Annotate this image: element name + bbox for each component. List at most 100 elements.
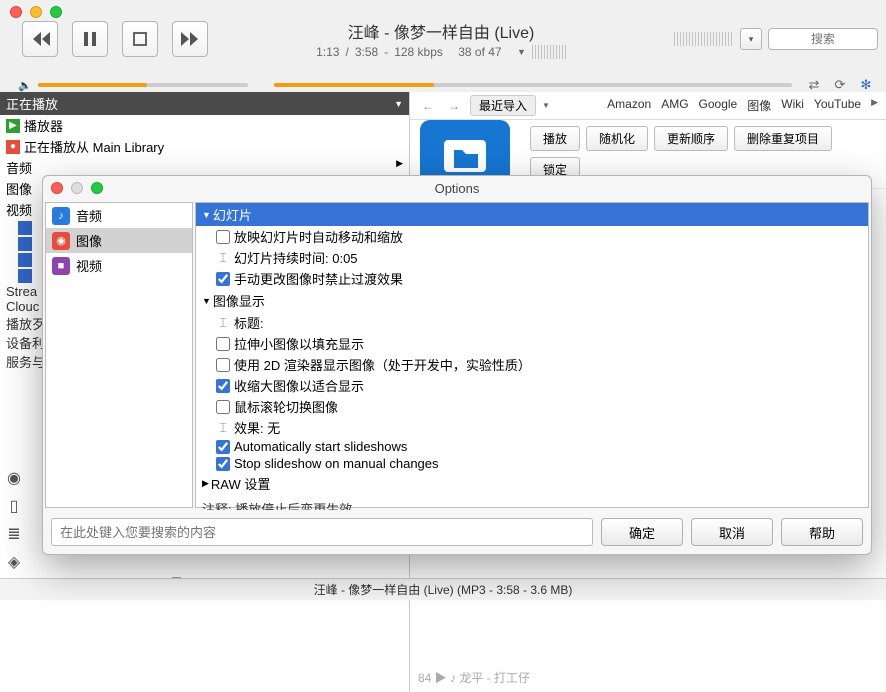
group-raw[interactable]: ▶ RAW 设置 [196,472,868,495]
playback-controls [22,21,208,57]
search-input[interactable] [768,28,878,50]
repeat-icon[interactable]: ⟳ [832,77,848,93]
progress-slider[interactable] [274,83,792,87]
update-order-button[interactable]: 更新顺序 [654,126,728,151]
tag-icon[interactable]: ◈ [4,552,24,572]
help-button[interactable]: 帮助 [781,518,863,546]
close-icon[interactable] [51,182,63,194]
folder-icon [18,237,32,251]
checkbox[interactable] [216,337,230,351]
options-cat-audio[interactable]: ♪ 音频 [46,203,192,228]
opt-duration[interactable]: ⌶ 幻灯片持续时间: 0:05 [196,247,868,268]
player-node[interactable]: ▶ 播放器 [0,115,409,136]
opt-wheel-switch[interactable]: 鼠标滚轮切换图像 [196,396,868,417]
nav-fwd-icon[interactable]: → [444,99,464,113]
opt-effect[interactable]: ⌶ 效果: 无 [196,417,868,438]
chevron-down-icon: ▼ [202,210,211,220]
search-dropdown-button[interactable]: ▾ [740,28,762,50]
content-tabs: ← → 最近导入 ▼ Amazon AMG Google 图像 Wiki You… [410,92,886,120]
pause-button[interactable] [72,21,108,57]
opt-manual-change[interactable]: 手动更改图像时禁止过渡效果 [196,268,868,289]
chevron-right-icon[interactable]: ▶ [871,97,878,114]
status-text: 汪峰 - 像梦一样自由 (Live) (MP3 - 3:58 - 3.6 MB) [314,581,573,598]
stop-button[interactable] [122,21,158,57]
visualizer-icon [674,32,734,46]
play-button[interactable]: 播放 [530,126,580,151]
group-slideshow[interactable]: ▼ 幻灯片 [196,203,868,226]
note-icon: ♪ [52,207,70,225]
cancel-button[interactable]: 取消 [691,518,773,546]
shuffle-button[interactable]: 随机化 [586,126,648,151]
volume-progress-row: 🔈 ⇄ ⟳ ✻ [0,78,886,92]
ghost-row: 84 ▶ ♪ 龙平 - 打工仔 [418,669,530,686]
now-playing-source-node[interactable]: ● 正在播放从 Main Library [0,136,409,157]
next-button[interactable] [172,21,208,57]
prev-button[interactable] [22,21,58,57]
dialog-titlebar: Options [43,176,871,200]
options-category-list: ♪ 音频 ◉ 图像 ■ 视频 [45,202,193,508]
opt-2d-renderer[interactable]: 使用 2D 渲染器显示图像（处于开发中，实验性质） [196,354,868,375]
nav-back-icon[interactable]: ← [418,99,438,113]
now-playing-label: 正在播放 [6,94,58,113]
minimize-icon [71,182,83,194]
dedupe-button[interactable]: 删除重复项目 [734,126,832,151]
link-youtube[interactable]: YouTube [814,97,861,114]
opt-stop-manual[interactable]: Stop slideshow on manual changes [196,455,868,472]
link-google[interactable]: Google [699,97,738,114]
track-position: 38 of 47 [458,45,501,59]
options-dialog: Options ♪ 音频 ◉ 图像 ■ 视频 ▼ 幻灯片 放映幻灯 [42,175,872,555]
track-info: 汪峰 - 像梦一样自由 (Live) 1:13/3:58 - 128 kbps … [216,19,666,59]
left-bottom-icons: ◉ ▯ ≣ ◈ [4,468,24,572]
options-cat-image-label: 图像 [76,231,102,250]
link-wiki[interactable]: Wiki [781,97,804,114]
opt-shrink[interactable]: 收缩大图像以适合显示 [196,375,868,396]
opt-auto-move[interactable]: 放映幻灯片时自动移动和缩放 [196,226,868,247]
checkbox[interactable] [216,400,230,414]
options-cat-video[interactable]: ■ 视频 [46,253,192,278]
now-playing-source-label: 正在播放从 Main Library [24,137,164,156]
checkbox[interactable] [216,358,230,372]
disc-icon[interactable]: ◉ [4,468,24,488]
folder-icon [18,253,32,267]
play-icon: ▶ [6,119,20,133]
effect-icon: ⌶ [216,420,230,436]
checkbox[interactable] [216,379,230,393]
checkbox[interactable] [216,272,230,286]
opt-caption[interactable]: ⌶ 标题: [196,312,868,333]
options-search-input[interactable] [51,518,593,546]
link-amg[interactable]: AMG [661,97,688,114]
zoom-icon[interactable] [50,6,62,18]
link-amazon[interactable]: Amazon [607,97,651,114]
status-bar: 汪峰 - 像梦一样自由 (Live) (MP3 - 3:58 - 3.6 MB) [0,578,886,600]
volume-slider[interactable] [38,83,248,87]
duration-icon: ⌶ [216,250,230,266]
volume-icon[interactable]: 🔈 [18,79,32,92]
checkbox[interactable] [216,230,230,244]
group-display[interactable]: ▼ 图像显示 [196,289,868,312]
ok-button[interactable]: 确定 [601,518,683,546]
options-cat-image[interactable]: ◉ 图像 [46,228,192,253]
player-node-label: 播放器 [24,116,63,135]
close-icon[interactable] [10,6,22,18]
tab-recent-import[interactable]: 最近导入 [470,95,536,116]
link-image[interactable]: 图像 [747,97,771,114]
chevron-down-icon: ▼ [202,296,211,306]
time-total: 3:58 [355,45,378,59]
checkbox[interactable] [216,440,230,454]
opt-stretch[interactable]: 拉伸小图像以填充显示 [196,333,868,354]
chevron-down-icon[interactable]: ▼ [542,101,550,110]
gear-icon[interactable]: ✻ [858,77,874,93]
shuffle-icon[interactable]: ⇄ [806,77,822,93]
caption-icon: ⌶ [216,315,230,331]
list-icon[interactable]: ≣ [4,524,24,544]
collapse-icon[interactable]: ▼ [394,99,403,109]
checkbox[interactable] [216,457,230,471]
minimize-icon[interactable] [30,6,42,18]
record-icon: ● [6,140,20,154]
player-toolbar: 汪峰 - 像梦一样自由 (Live) 1:13/3:58 - 128 kbps … [0,0,886,78]
dialog-bottom-bar: 确定 取消 帮助 [43,510,871,554]
phone-icon[interactable]: ▯ [4,496,24,516]
zoom-icon[interactable] [91,182,103,194]
opt-autostart[interactable]: Automatically start slideshows [196,438,868,455]
chevron-down-icon[interactable]: ▼ [517,47,526,57]
